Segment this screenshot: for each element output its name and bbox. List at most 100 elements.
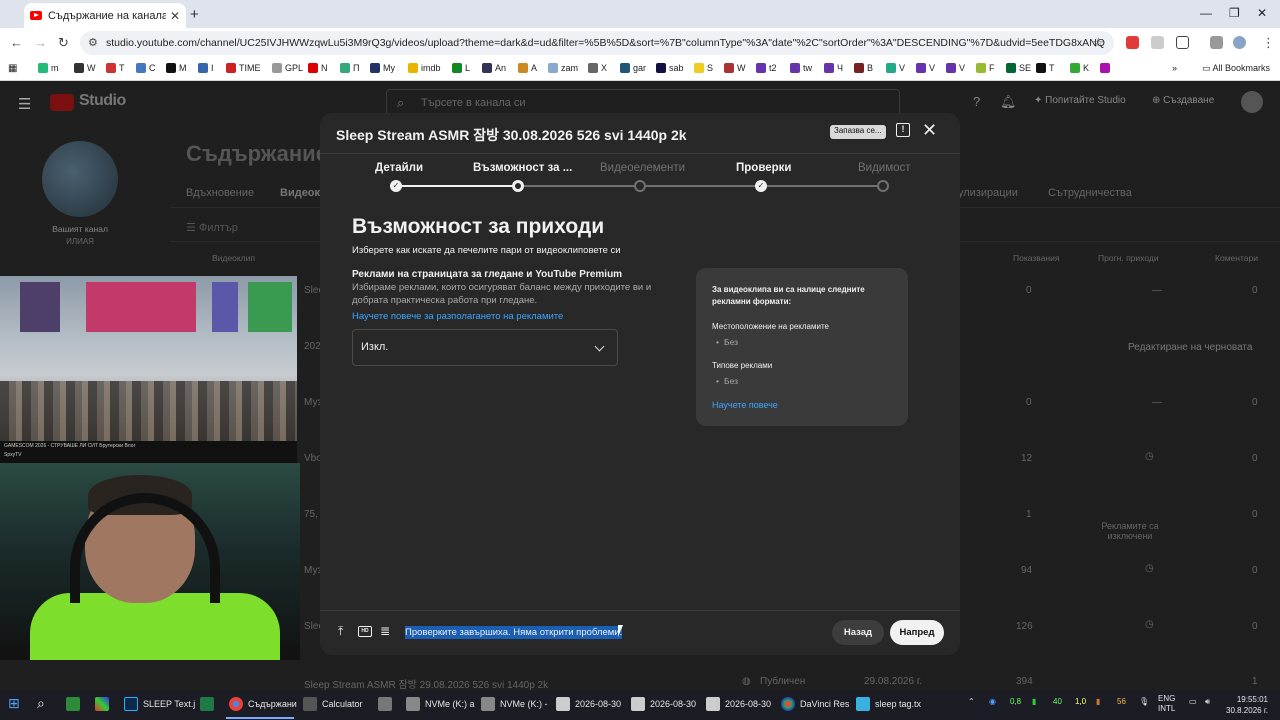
bookmark-item[interactable]: SE (1006, 63, 1031, 73)
bookmark-item[interactable]: W (724, 63, 746, 73)
taskbar-file[interactable]: 2026-08-30 (556, 697, 621, 711)
taskbar-explorer[interactable]: NVMe (K:) - (481, 697, 548, 711)
volume-icon[interactable]: 🔊︎ (1205, 697, 1210, 707)
site-info-icon[interactable]: ⚙ (88, 36, 98, 49)
new-tab-icon[interactable]: + (190, 6, 199, 23)
bookmark-item[interactable]: tw (790, 63, 812, 73)
bookmark-item[interactable]: My (370, 63, 395, 73)
window-close-icon[interactable]: ✕ (1257, 6, 1267, 20)
bookmark-item[interactable]: m (38, 63, 59, 73)
bookmark-item[interactable]: t2 (756, 63, 777, 73)
upload-icon[interactable]: ⤒ (338, 624, 343, 639)
bookmark-item[interactable]: V (946, 63, 965, 73)
help-icon[interactable]: ? (973, 94, 980, 109)
next-button[interactable]: Напред (890, 620, 944, 645)
hd-icon[interactable]: HD (358, 626, 372, 637)
extensions-puzzle-icon[interactable] (1176, 36, 1189, 49)
system-clock[interactable]: 19:55:01 30.8.2026 г. (1226, 694, 1268, 716)
back-icon[interactable]: ← (10, 35, 23, 50)
step-checks[interactable]: Проверки (736, 162, 791, 174)
step-details[interactable]: Детайли (375, 162, 423, 174)
check-icon[interactable]: ✓ (755, 180, 767, 192)
taskbar-chrome[interactable]: Съдържани (229, 697, 297, 711)
bookmark-item[interactable]: N (308, 63, 328, 73)
ad-placement-learn-more-link[interactable]: Научете повече за разполагането на рекла… (352, 311, 563, 322)
info-learn-more-link[interactable]: Научете повече (712, 400, 892, 410)
taskbar-davinci[interactable]: DaVinci Res (781, 697, 849, 711)
taskbar-app-icon[interactable] (378, 697, 397, 711)
bookmark-item[interactable]: I (198, 63, 214, 73)
apps-grid-icon[interactable]: ▦ (8, 63, 17, 74)
search-icon[interactable]: ⌕ (37, 695, 45, 712)
forward-icon[interactable]: → (34, 35, 47, 50)
column-video[interactable]: Видеоклип (212, 253, 255, 263)
extension-icon[interactable] (1151, 36, 1164, 49)
tab-close-icon[interactable]: ✕ (170, 9, 180, 23)
bookmark-item[interactable]: A (518, 63, 537, 73)
taskbar-photoshop[interactable]: SLEEP Text.j (124, 697, 195, 711)
bookmark-item[interactable]: V (916, 63, 935, 73)
reading-list-icon[interactable] (1210, 36, 1223, 49)
tray-overflow-icon[interactable]: ⌃ (968, 697, 975, 706)
taskbar-app-icon[interactable] (95, 697, 114, 711)
bookmark-item[interactable]: L (452, 63, 470, 73)
bookmarks-overflow-icon[interactable]: » (1172, 63, 1177, 73)
bookmark-item[interactable]: TIME (226, 63, 261, 73)
step-video-elements[interactable]: Видеоелементи (600, 162, 685, 174)
bookmark-item[interactable]: W (74, 63, 96, 73)
step-monetization[interactable]: Възможност за ... (473, 162, 572, 174)
tab-inspiration[interactable]: Вдъхновение (186, 187, 254, 199)
bookmark-item[interactable]: F (976, 63, 995, 73)
adblock-extension-icon[interactable] (1126, 36, 1139, 49)
column-revenue[interactable]: Прогн. приходи (1098, 253, 1159, 263)
filter-bar[interactable]: ☰ Филтър (186, 221, 238, 234)
taskbar-file[interactable]: 2026-08-30 (631, 697, 696, 711)
current-step-icon[interactable] (512, 180, 524, 192)
bookmark-item[interactable]: V (886, 63, 905, 73)
bookmark-item[interactable]: gar (620, 63, 646, 73)
browser-tab[interactable]: Съдържание на канала - YouTube ✕ (24, 3, 186, 28)
taskbar-app-icon[interactable] (66, 697, 85, 711)
browser-menu-icon[interactable]: ⋮ (1262, 35, 1275, 51)
bookmark-item[interactable]: C (136, 63, 156, 73)
column-views[interactable]: Показвания (1013, 253, 1059, 263)
back-button[interactable]: Назад (832, 620, 884, 645)
bookmark-item[interactable]: T (106, 63, 125, 73)
bookmark-item[interactable]: X (588, 63, 607, 73)
youtube-logo-icon[interactable] (50, 94, 74, 111)
taskbar-explorer[interactable]: NVMe (K:) a (406, 697, 475, 711)
all-bookmarks-folder[interactable]: ▭ All Bookmarks (1202, 63, 1270, 74)
bookmark-item[interactable]: sab (656, 63, 684, 73)
bookmark-item[interactable]: M (166, 63, 187, 73)
minimize-icon[interactable]: — (1200, 6, 1212, 20)
tab-playlists[interactable]: улизирации (958, 187, 1018, 199)
tab-collaborations[interactable]: Сътрудничества (1048, 187, 1132, 199)
bookmark-star-icon[interactable]: ☆ (1092, 35, 1104, 51)
network-icon[interactable]: ▭ (1189, 697, 1197, 706)
language-indicator[interactable]: ENG INTL (1158, 694, 1175, 714)
account-avatar[interactable] (1241, 91, 1263, 113)
monetization-select[interactable]: Изкл. (352, 329, 618, 366)
bookmark-item[interactable]: K (1070, 63, 1089, 73)
tray-app-icon[interactable]: ◉ (989, 697, 996, 706)
profile-icon[interactable] (1233, 36, 1246, 49)
checks-list-icon[interactable]: ≣ (380, 624, 390, 638)
bookmark-item[interactable]: B (854, 63, 873, 73)
taskbar-file[interactable]: 2026-08-30 (706, 697, 771, 711)
restore-icon[interactable]: ❐ (1229, 6, 1240, 20)
windows-start-icon[interactable]: ⊞ (8, 695, 20, 712)
close-icon[interactable]: ✕ (922, 120, 937, 141)
bookmark-item[interactable]: GPL (272, 63, 303, 73)
column-comments[interactable]: Коментари (1215, 253, 1258, 263)
pending-step-icon[interactable] (877, 180, 889, 192)
bookmark-item[interactable]: T (1036, 63, 1055, 73)
bookmark-item[interactable]: An (482, 63, 506, 73)
bookmark-item[interactable]: zam (548, 63, 578, 73)
table-row-title[interactable]: 75, (304, 509, 318, 520)
url-bar[interactable]: ⚙ studio.youtube.com/channel/UC25IVJHWWz… (80, 31, 1114, 55)
edit-draft-button[interactable]: Редактиране на черновата (1128, 342, 1252, 353)
bookmark-item[interactable]: Ч (824, 63, 843, 73)
bookmark-item[interactable]: П (340, 63, 359, 73)
reload-icon[interactable]: ↻ (58, 35, 69, 51)
check-icon[interactable]: ✓ (390, 180, 402, 192)
